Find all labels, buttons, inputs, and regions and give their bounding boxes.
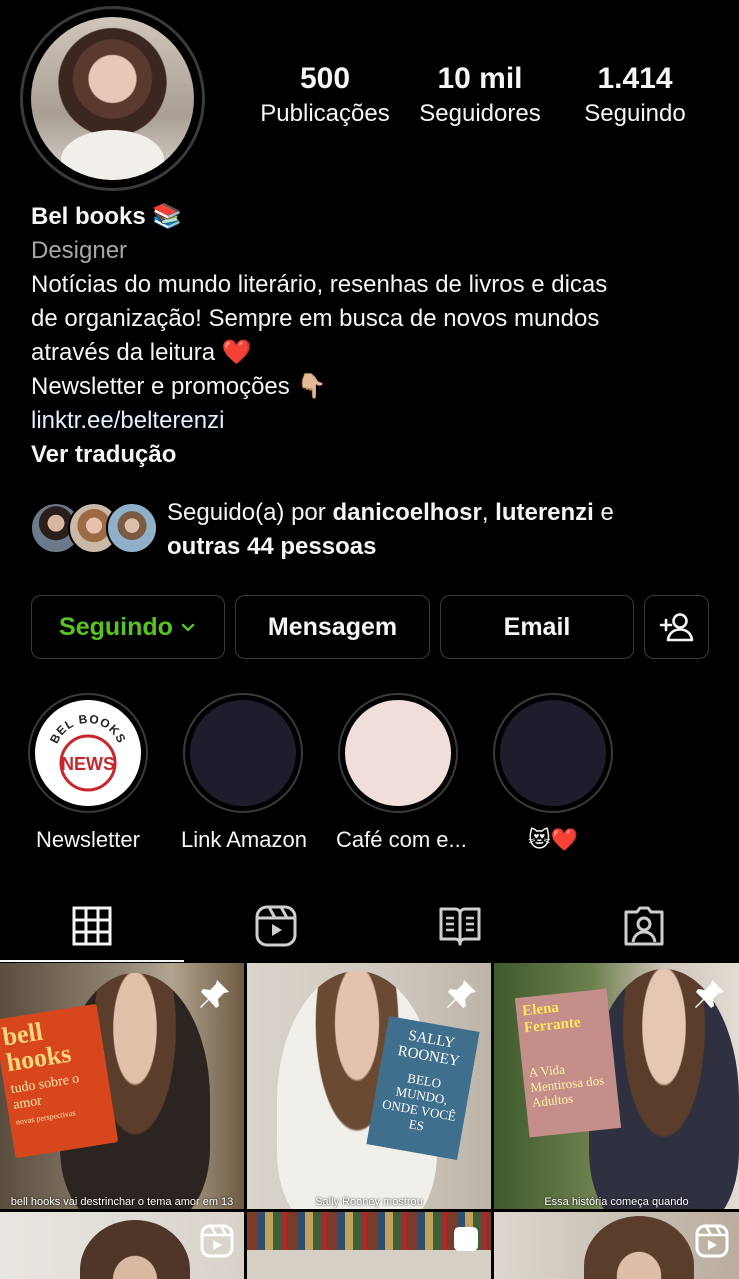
svg-text:BEL BOOKS: BEL BOOKS <box>47 712 129 746</box>
profile-bio: Bel books 📚 Designer Notícias do mundo l… <box>31 200 721 472</box>
post-tile[interactable] <box>0 1212 244 1279</box>
post-caption: Sally Rooney mostrou <box>315 1196 423 1208</box>
bio-link[interactable]: linktr.ee/belterenzi <box>31 404 721 438</box>
highlight-cover <box>190 700 296 806</box>
news-badge-icon: BEL BOOKS NEWS <box>47 712 129 792</box>
book-title: bell hooks <box>0 1016 74 1078</box>
suggested-users-button[interactable] <box>644 595 709 659</box>
mutual-others[interactable]: outras 44 pessoas <box>167 533 376 560</box>
post-person <box>584 1216 694 1279</box>
following-button[interactable]: Seguindo <box>31 595 225 659</box>
translate-link[interactable]: Ver tradução <box>31 438 721 472</box>
highlight-newsletter[interactable]: BEL BOOKS NEWS Newsletter <box>26 693 150 855</box>
chevron-down-icon <box>181 623 195 632</box>
bio-line-2: de organização! Sempre em busca de novos… <box>31 305 600 332</box>
mutual-user-2[interactable]: luterenzi <box>495 499 594 526</box>
post-tile[interactable] <box>247 1212 491 1279</box>
stat-posts-label: Publicações <box>260 100 390 127</box>
tab-tagged[interactable] <box>552 890 736 962</box>
profile-tabs <box>0 890 739 962</box>
square-icon <box>454 1227 478 1251</box>
pin-icon <box>695 980 724 1008</box>
stat-followers[interactable]: 10 mil Seguidores <box>405 60 555 130</box>
email-label: Email <box>503 612 571 641</box>
stat-posts-value: 500 <box>299 62 351 95</box>
tab-guides[interactable] <box>368 890 552 962</box>
post-caption: bell hooks vai destrinchar o tema amor e… <box>10 1196 234 1208</box>
reels-icon <box>695 1224 729 1258</box>
add-user-icon <box>659 613 693 642</box>
stat-following-value: 1.414 <box>597 62 673 95</box>
avatar-photo <box>31 17 194 180</box>
highlight-ring <box>338 693 458 813</box>
post-tile[interactable]: SALLY ROONEY BELO MUNDO, ONDE VOCÊ ES Sa… <box>247 963 491 1209</box>
tab-posts[interactable] <box>0 890 184 962</box>
book-title: SALLY ROONEY <box>396 1027 461 1070</box>
highlight-label: Café com e... <box>336 827 467 852</box>
stat-followers-label: Seguidores <box>419 100 541 127</box>
stat-followers-value: 10 mil <box>437 62 523 95</box>
mutual-avatars <box>30 502 158 558</box>
reels-icon <box>255 905 297 947</box>
stat-posts[interactable]: 500 Publicações <box>250 60 400 130</box>
highlight-cafe[interactable]: Café com e... <box>336 693 467 855</box>
followed-by-text: Seguido(a) por danicoelhosr, luterenzi e… <box>167 496 727 564</box>
highlight-ring <box>183 693 303 813</box>
posts-grid: bell hooks tudo sobre o amor novas persp… <box>0 963 739 1279</box>
post-tile[interactable]: Elena Ferrante A Vida Mentirosa dos Adul… <box>494 963 739 1209</box>
pin-icon <box>200 980 229 1008</box>
bio-line-3: através da leitura ❤️ <box>31 339 252 366</box>
email-button[interactable]: Email <box>440 595 634 659</box>
followed-and: e <box>593 499 614 526</box>
highlight-label: 😻❤️ <box>527 827 579 852</box>
highlight-cover <box>500 700 606 806</box>
news-badge-center-text: NEWS <box>61 754 115 774</box>
stat-following[interactable]: 1.414 Seguindo <box>560 60 710 130</box>
reels-icon <box>200 1224 234 1258</box>
post-caption: Essa história começa quando <box>544 1196 689 1208</box>
following-label: Seguindo <box>59 612 173 641</box>
tab-reels[interactable] <box>184 890 368 962</box>
mutual-user-1[interactable]: danicoelhosr <box>332 499 481 526</box>
highlight-ring <box>493 693 613 813</box>
message-label: Mensagem <box>267 612 398 641</box>
news-badge-top-text: BEL BOOKS <box>47 712 128 746</box>
book-title: Elena Ferrante <box>521 999 582 1037</box>
followed-by[interactable]: Seguido(a) por danicoelhosr, luterenzi e… <box>30 496 720 566</box>
post-person <box>80 1220 190 1279</box>
highlight-link-amazon[interactable]: Link Amazon <box>181 693 307 855</box>
highlight-label: Link Amazon <box>181 827 307 852</box>
bio-line-1: Notícias do mundo literário, resenhas de… <box>31 271 608 298</box>
mutual-avatar <box>106 502 158 554</box>
pin-icon <box>447 980 476 1008</box>
highlight-label: Newsletter <box>36 827 140 852</box>
followed-prefix: Seguido(a) por <box>167 499 333 526</box>
book-cover: Elena Ferrante A Vida Mentirosa dos Adul… <box>514 988 622 1138</box>
guides-icon <box>439 907 481 946</box>
highlight-ring: BEL BOOKS NEWS <box>28 693 148 813</box>
stat-following-label: Seguindo <box>584 100 686 127</box>
message-button[interactable]: Mensagem <box>235 595 430 659</box>
post-tile[interactable] <box>494 1212 739 1279</box>
grid-icon <box>72 906 112 946</box>
followed-sep: , <box>481 499 496 526</box>
book-subtitle: BELO MUNDO, ONDE VOCÊ ES <box>381 1070 458 1134</box>
highlight-cover <box>345 700 451 806</box>
highlight-emoji[interactable]: 😻❤️ <box>491 693 615 855</box>
profile-avatar[interactable] <box>20 6 205 191</box>
highlight-cover: BEL BOOKS NEWS <box>35 700 141 806</box>
profile-stats: 500 Publicações 10 mil Seguidores 1.414 … <box>250 60 710 130</box>
profile-category: Designer <box>31 237 128 264</box>
profile-name: Bel books 📚 <box>31 203 183 230</box>
post-tile[interactable]: bell hooks tudo sobre o amor novas persp… <box>0 963 244 1209</box>
shelf <box>247 1250 491 1279</box>
tagged-icon <box>624 906 664 946</box>
book-subtitle: A Vida Mentirosa dos Adultos <box>528 1061 605 1110</box>
bio-line-4: Newsletter e promoções 👇🏼 <box>31 373 327 400</box>
